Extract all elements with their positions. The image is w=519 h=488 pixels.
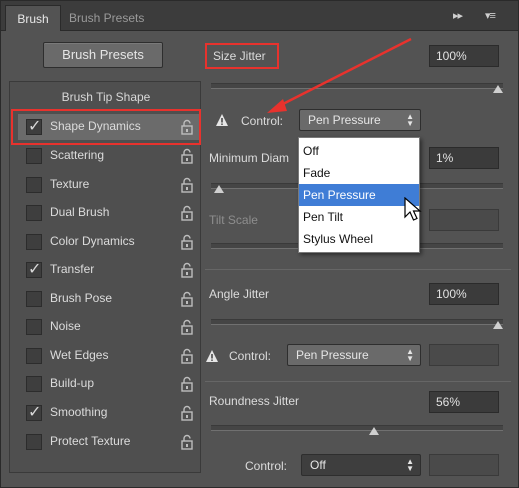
angle-jitter-label: Angle Jitter [209, 287, 270, 301]
panel-menu-icon[interactable]: ▾≡ [485, 9, 496, 22]
option-label: Smoothing [50, 405, 108, 419]
lock-icon[interactable] [180, 234, 194, 250]
option-brush-pose[interactable]: Brush Pose [18, 286, 200, 312]
option-noise[interactable]: Noise [18, 314, 200, 340]
option-label: Wet Edges [50, 348, 109, 362]
option-label: Dual Brush [50, 205, 110, 219]
minimum-diameter-slider-thumb[interactable] [213, 185, 224, 193]
lock-icon[interactable] [180, 205, 194, 221]
annotation-box-shape-dynamics [11, 109, 201, 145]
option-color-dynamics[interactable]: Color Dynamics [18, 229, 200, 255]
lock-icon[interactable] [180, 348, 194, 364]
roundness-control-field [429, 454, 499, 476]
tab-brush-presets[interactable]: Brush Presets [69, 5, 144, 31]
roundness-jitter-slider[interactable] [211, 425, 503, 431]
angle-jitter-slider[interactable] [211, 319, 503, 325]
checkbox[interactable] [26, 376, 42, 392]
option-label: Color Dynamics [50, 234, 135, 248]
option-scattering[interactable]: Scattering [18, 143, 200, 169]
lock-icon[interactable] [180, 405, 194, 421]
warning-icon [216, 114, 228, 126]
lock-icon[interactable] [180, 291, 194, 307]
section-divider [205, 381, 511, 382]
tilt-scale-field [429, 209, 499, 231]
minimum-diameter-field[interactable]: 1% [429, 147, 499, 169]
angle-control-field [429, 344, 499, 366]
lock-icon[interactable] [180, 262, 194, 278]
checkbox[interactable] [26, 434, 42, 450]
option-wet-edges[interactable]: Wet Edges [18, 343, 200, 369]
control-dropdown-menu: Off Fade Pen Pressure Pen Tilt Stylus Wh… [298, 137, 420, 253]
option-label: Transfer [50, 262, 95, 276]
checkbox[interactable]: ✓ [26, 404, 42, 421]
option-dual-brush[interactable]: Dual Brush [18, 200, 200, 226]
option-transfer[interactable]: ✓ Transfer [18, 257, 200, 283]
check-mark-icon: ✓ [28, 404, 42, 421]
dropdown-option-fade[interactable]: Fade [299, 162, 419, 184]
check-mark-icon: ✓ [28, 261, 42, 278]
roundness-jitter-slider-thumb[interactable] [368, 427, 379, 435]
size-jitter-slider-thumb[interactable] [493, 85, 503, 93]
select-value: Off [310, 458, 326, 472]
checkbox[interactable] [26, 319, 42, 335]
angle-jitter-field[interactable]: 100% [429, 283, 499, 305]
checkbox[interactable] [26, 291, 42, 307]
brush-presets-button[interactable]: Brush Presets [43, 42, 163, 68]
option-smoothing[interactable]: ✓ Smoothing [18, 400, 200, 426]
up-down-arrows-icon: ▲ ▼ [406, 457, 414, 473]
dropdown-option-pen-pressure[interactable]: Pen Pressure [299, 184, 419, 206]
checkbox[interactable] [26, 177, 42, 193]
option-label: Brush Pose [50, 291, 113, 305]
dropdown-option-stylus-wheel[interactable]: Stylus Wheel [299, 228, 419, 250]
tab-brush[interactable]: Brush [5, 5, 61, 31]
checkbox[interactable] [26, 205, 42, 221]
brush-panel: Brush Brush Presets ▸▸ ▾≡ Brush Presets … [0, 0, 519, 488]
lock-icon[interactable] [180, 177, 194, 193]
checkbox[interactable] [26, 348, 42, 364]
lock-icon[interactable] [180, 319, 194, 335]
select-value: Pen Pressure [296, 348, 369, 362]
roundness-jitter-field[interactable]: 56% [429, 391, 499, 413]
roundness-control-label: Control: [245, 459, 288, 473]
checkbox[interactable]: ✓ [26, 261, 42, 278]
dropdown-option-off[interactable]: Off [299, 140, 419, 162]
option-label: Scattering [50, 148, 105, 162]
option-protect-texture[interactable]: Protect Texture [18, 429, 200, 455]
roundness-control-select[interactable]: Off ▲ ▼ [301, 454, 421, 476]
warning-icon [206, 350, 218, 362]
brush-tip-shape-item[interactable]: Brush Tip Shape [10, 90, 202, 104]
roundness-jitter-label: Roundness Jitter [209, 394, 300, 408]
lock-icon[interactable] [180, 434, 194, 450]
tab-bar: Brush Brush Presets ▸▸ ▾≡ [1, 1, 518, 31]
lock-icon[interactable] [180, 376, 194, 392]
checkbox[interactable] [26, 234, 42, 250]
checkbox[interactable] [26, 148, 42, 164]
option-label: Noise [50, 319, 81, 333]
up-down-arrows-icon: ▲ ▼ [406, 347, 414, 363]
section-divider [205, 269, 511, 270]
angle-control-select[interactable]: Pen Pressure ▲ ▼ [287, 344, 421, 366]
size-jitter-field[interactable]: 100% [429, 45, 499, 67]
option-build-up[interactable]: Build-up [18, 371, 200, 397]
annotation-arrow-icon [267, 37, 412, 113]
angle-jitter-slider-thumb[interactable] [493, 321, 503, 329]
option-label: Texture [50, 177, 90, 191]
tilt-scale-label: Tilt Scale [209, 213, 258, 227]
option-label: Protect Texture [50, 434, 131, 448]
option-texture[interactable]: Texture [18, 172, 200, 198]
collapse-icon[interactable]: ▸▸ [453, 9, 463, 22]
lock-icon[interactable] [180, 148, 194, 164]
angle-control-label: Control: [229, 349, 272, 363]
minimum-diameter-label: Minimum Diam [209, 151, 290, 165]
dropdown-option-pen-tilt[interactable]: Pen Tilt [299, 206, 419, 228]
option-label: Build-up [50, 376, 95, 390]
mouse-cursor-icon [404, 197, 422, 221]
